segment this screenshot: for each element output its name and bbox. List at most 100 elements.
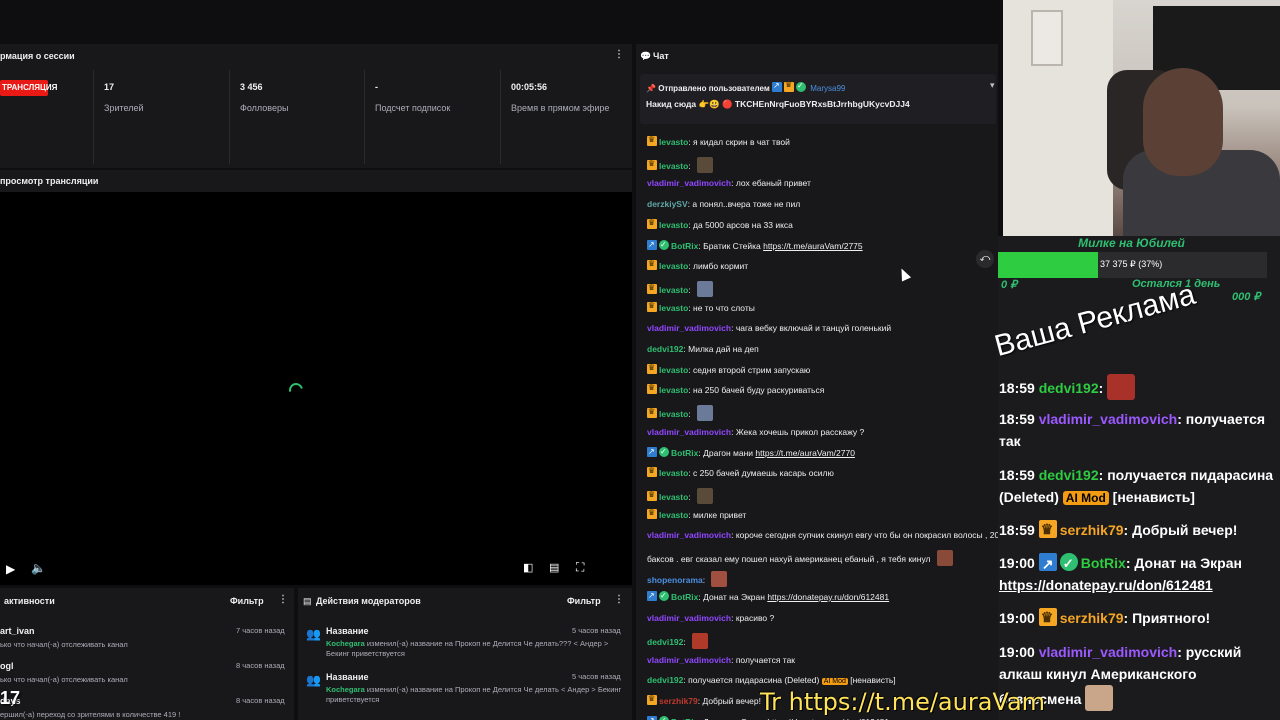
more-icon[interactable]: ⋮ [278, 594, 288, 605]
stat-value: - [375, 82, 378, 92]
crown-badge-icon [647, 300, 657, 312]
mod-user[interactable]: Kochegara [326, 639, 365, 648]
chat-text: : короче сегодня супчик скинул евгу что … [731, 530, 1000, 540]
chat-link[interactable]: https://t.me/auraVam/2775 [763, 241, 863, 251]
chat-message[interactable]: vladimir_vadimovich: короче сегодня супч… [647, 529, 999, 541]
chat-username[interactable]: levasto [659, 220, 688, 230]
overlay-chat-message: 18:59 serzhik79: Добрый вечер! [999, 518, 1277, 541]
play-icon[interactable]: ▶ [6, 562, 15, 576]
chat-username[interactable]: shopenorama [647, 575, 703, 585]
chat-message[interactable]: levasto: [647, 405, 713, 421]
chat-message[interactable]: levasto: не то что слоты [647, 300, 755, 314]
activity-filter-button[interactable]: Фильтр [230, 596, 264, 606]
chat-username[interactable]: vladimir_vadimovich [647, 655, 731, 665]
mod-user[interactable]: Kochegara [326, 685, 365, 694]
preview-header: просмотр трансляции [0, 170, 632, 192]
overlay-time: 19:00 [999, 644, 1035, 660]
mini-player-icon[interactable]: ◧ [523, 561, 533, 574]
chat-username[interactable]: levasto [659, 161, 688, 171]
chat-username[interactable]: levasto [659, 492, 688, 502]
verified-badge-icon [1059, 553, 1078, 575]
chat-message[interactable]: vladimir_vadimovich: чага вебку включай … [647, 322, 891, 334]
chat-message[interactable]: shopenorama: [647, 571, 728, 587]
chat-message[interactable]: баксов . евг сказал ему пошел нахуй амер… [647, 550, 953, 566]
chat-message[interactable]: vladimir_vadimovich: красиво ? [647, 612, 774, 624]
chat-username[interactable]: levasto [659, 510, 688, 520]
chat-message[interactable]: levasto: [647, 157, 713, 173]
chat-username[interactable]: vladimir_vadimovich [647, 178, 731, 188]
chat-message[interactable]: levasto: [647, 281, 713, 297]
bot-badge-icon [1038, 553, 1057, 575]
chat-username[interactable]: levasto [659, 285, 688, 295]
crown-badge-icon [647, 489, 657, 501]
chat-username[interactable]: BotRix [671, 592, 698, 602]
crown-badge-icon [647, 217, 657, 229]
chat-username[interactable]: levasto [659, 261, 688, 271]
volume-icon[interactable]: 🔈 [31, 561, 46, 575]
chat-username[interactable]: levasto [659, 468, 688, 478]
mod-filter-button[interactable]: Фильтр [567, 596, 601, 606]
emote-icon [711, 571, 728, 587]
activity-sub: ько что начал(-а) отслеживать канал [0, 640, 128, 649]
reply-icon[interactable]: ⤺ [976, 250, 994, 268]
chat-username[interactable]: dedvi192 [647, 637, 683, 647]
pinned-by: Отправлено пользователем [658, 84, 770, 93]
chat-message[interactable]: vladimir_vadimovich: Жека хочешь прикол … [647, 426, 864, 438]
chat-username[interactable]: vladimir_vadimovich [647, 323, 731, 333]
chat-message[interactable]: BotRix: Донат на Экран https://donatepay… [647, 590, 889, 603]
chat-message[interactable]: serzhik79: Добрый вечер! [647, 693, 761, 707]
crown-badge-icon [1038, 606, 1057, 628]
chat-username[interactable]: vladimir_vadimovich [647, 427, 731, 437]
chat-message[interactable]: BotRix: Братик Стейка https://t.me/auraV… [647, 239, 863, 252]
chat-link[interactable]: https://donatepay.ru/don/612481 [767, 592, 889, 602]
chat-message[interactable]: levasto: на 250 бачей буду раскуриваться [647, 382, 824, 396]
chat-username[interactable]: levasto [659, 303, 688, 313]
more-icon[interactable]: ⋮ [614, 49, 624, 60]
chat-username[interactable]: levasto [659, 385, 688, 395]
pinned-user[interactable]: Marysa99 [810, 84, 845, 93]
chat-message[interactable]: levasto: милке привет [647, 507, 746, 521]
chat-message[interactable]: levasto: я кидал скрин в чат твой [647, 134, 790, 148]
chat-username[interactable]: vladimir_vadimovich [647, 530, 731, 540]
chat-message[interactable]: levasto: лимбо кормит [647, 258, 748, 272]
stream-preview[interactable] [0, 192, 632, 585]
chat-message[interactable]: dedvi192: Милка дай на деп [647, 343, 759, 355]
theatre-mode-icon[interactable]: ▤ [549, 561, 559, 574]
chat-username[interactable]: serzhik79 [659, 696, 698, 706]
pin-collapse-icon[interactable]: ▾ [990, 80, 995, 91]
chat-username[interactable]: levasto [659, 409, 688, 419]
chat-tail: [ненависть] [847, 675, 896, 685]
chat-message[interactable]: BotRix: Драгон мани https://t.me/auraVam… [647, 446, 855, 459]
goal-title: Милке на Юбилей [1078, 236, 1185, 250]
chat-text: : [688, 285, 691, 295]
chat-username[interactable]: dedvi192 [647, 344, 683, 354]
crown-badge-icon [647, 258, 657, 270]
chat-username[interactable]: vladimir_vadimovich [647, 613, 731, 623]
chat-message[interactable]: levasto: седня второй стрим запускаю [647, 362, 810, 376]
chat-message[interactable]: levasto: [647, 488, 713, 504]
chat-username[interactable]: levasto [659, 137, 688, 147]
overlay-username: BotRix [1080, 555, 1126, 571]
chat-message[interactable]: BotRix: Донат на Экран https://donatepay… [647, 715, 889, 720]
chat-message[interactable]: dedvi192: [647, 633, 708, 649]
chat-username[interactable]: BotRix [671, 448, 698, 458]
chat-message[interactable]: levasto: да 5000 арсов на 33 икса [647, 217, 793, 231]
chat-message[interactable]: derzkiySV: а понял..вчера тоже не пил [647, 198, 800, 210]
chat-message[interactable]: vladimir_vadimovich: получается так [647, 654, 795, 666]
activity-sub: ько что начал(-а) отслеживать канал [0, 675, 128, 684]
webcam-feed [1003, 0, 1280, 236]
fullscreen-icon[interactable]: ⛶ [576, 560, 584, 575]
users-icon: 👥 [306, 673, 321, 687]
ai-mod-badge: AI Mod [821, 678, 848, 685]
pinned-message[interactable]: 📌 Отправлено пользователем Marysa99 Наки… [640, 74, 996, 124]
chat-message[interactable]: levasto: с 250 бачей думаешь касарь осил… [647, 465, 834, 479]
chat-link[interactable]: https://t.me/auraVam/2770 [755, 448, 855, 458]
chat-username[interactable]: BotRix [671, 241, 698, 251]
chat-username[interactable]: levasto [659, 365, 688, 375]
chat-username[interactable]: derzkiySV [647, 199, 688, 209]
emote-icon [696, 405, 713, 421]
chat-username[interactable]: dedvi192 [647, 675, 683, 685]
more-icon[interactable]: ⋮ [614, 594, 624, 605]
chat-message[interactable]: dedvi192: получается пидарасина (Deleted… [647, 674, 896, 688]
chat-message[interactable]: vladimir_vadimovich: лох ебаный привет [647, 177, 811, 189]
